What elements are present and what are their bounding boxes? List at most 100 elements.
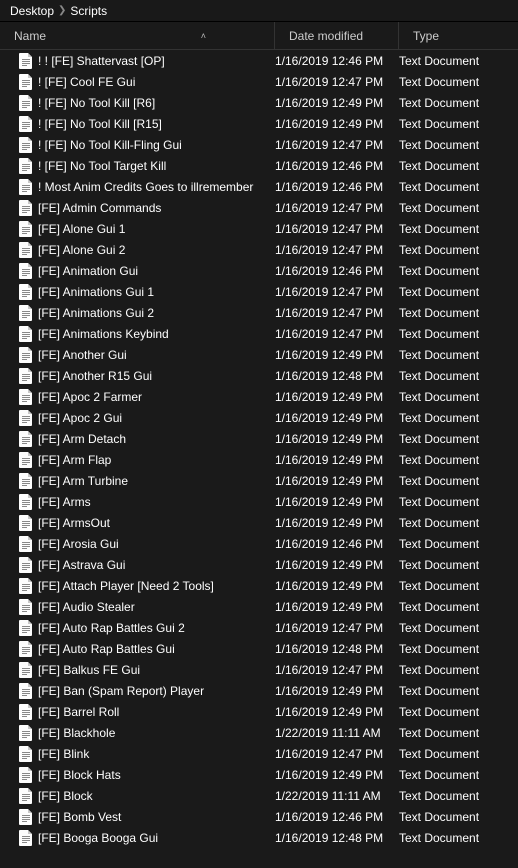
column-name[interactable]: Name ˄ (0, 22, 275, 49)
file-row[interactable]: [FE] Audio Stealer1/16/2019 12:49 PMText… (0, 596, 518, 617)
file-type: Text Document (399, 432, 518, 446)
file-name-cell: [FE] Auto Rap Battles Gui 2 (4, 620, 275, 636)
file-row[interactable]: [FE] Bomb Vest1/16/2019 12:46 PMText Doc… (0, 806, 518, 827)
file-type: Text Document (399, 138, 518, 152)
file-row[interactable]: [FE] Arosia Gui1/16/2019 12:46 PMText Do… (0, 533, 518, 554)
file-date: 1/16/2019 12:49 PM (275, 348, 399, 362)
file-row[interactable]: ! [FE] No Tool Kill-Fling Gui1/16/2019 1… (0, 134, 518, 155)
file-row[interactable]: [FE] Block1/22/2019 11:11 AMText Documen… (0, 785, 518, 806)
file-date: 1/22/2019 11:11 AM (275, 789, 399, 803)
file-date: 1/16/2019 12:47 PM (275, 306, 399, 320)
file-row[interactable]: ! [FE] No Tool Target Kill1/16/2019 12:4… (0, 155, 518, 176)
text-document-icon (18, 830, 34, 846)
file-date: 1/16/2019 12:49 PM (275, 117, 399, 131)
file-date: 1/16/2019 12:46 PM (275, 264, 399, 278)
file-name: [FE] Arm Flap (38, 453, 111, 467)
file-type: Text Document (399, 54, 518, 68)
file-row[interactable]: [FE] Animation Gui1/16/2019 12:46 PMText… (0, 260, 518, 281)
file-row[interactable]: [FE] Blackhole1/22/2019 11:11 AMText Doc… (0, 722, 518, 743)
file-name: [FE] Auto Rap Battles Gui (38, 642, 175, 656)
file-row[interactable]: [FE] Animations Gui 21/16/2019 12:47 PMT… (0, 302, 518, 323)
file-type: Text Document (399, 705, 518, 719)
column-type[interactable]: Type (399, 22, 518, 49)
column-name-label: Name (14, 29, 46, 43)
file-name-cell: ! Most Anim Credits Goes to illremember (4, 179, 275, 195)
file-row[interactable]: [FE] Auto Rap Battles Gui 21/16/2019 12:… (0, 617, 518, 638)
file-row[interactable]: [FE] Another Gui1/16/2019 12:49 PMText D… (0, 344, 518, 365)
file-name-cell: [FE] Another Gui (4, 347, 275, 363)
breadcrumb[interactable]: Desktop ❯ Scripts (0, 0, 518, 22)
breadcrumb-segment[interactable]: Desktop (10, 4, 54, 18)
text-document-icon (18, 116, 34, 132)
file-type: Text Document (399, 369, 518, 383)
column-type-label: Type (413, 29, 439, 43)
text-document-icon (18, 788, 34, 804)
file-date: 1/16/2019 12:49 PM (275, 432, 399, 446)
file-row[interactable]: [FE] Animations Keybind1/16/2019 12:47 P… (0, 323, 518, 344)
file-type: Text Document (399, 285, 518, 299)
file-row[interactable]: [FE] Apoc 2 Gui1/16/2019 12:49 PMText Do… (0, 407, 518, 428)
file-name: [FE] Booga Booga Gui (38, 831, 158, 845)
file-row[interactable]: [FE] Astrava Gui1/16/2019 12:49 PMText D… (0, 554, 518, 575)
text-document-icon (18, 704, 34, 720)
file-type: Text Document (399, 621, 518, 635)
breadcrumb-segment[interactable]: Scripts (70, 4, 107, 18)
file-name-cell: [FE] Arms (4, 494, 275, 510)
file-type: Text Document (399, 453, 518, 467)
file-row[interactable]: ! Most Anim Credits Goes to illremember1… (0, 176, 518, 197)
file-row[interactable]: [FE] Barrel Roll1/16/2019 12:49 PMText D… (0, 701, 518, 722)
file-name: [FE] Apoc 2 Farmer (38, 390, 142, 404)
text-document-icon (18, 158, 34, 174)
file-row[interactable]: ! [FE] No Tool Kill [R6]1/16/2019 12:49 … (0, 92, 518, 113)
file-row[interactable]: [FE] Booga Booga Gui1/16/2019 12:48 PMTe… (0, 827, 518, 848)
file-row[interactable]: [FE] Attach Player [Need 2 Tools]1/16/20… (0, 575, 518, 596)
file-date: 1/16/2019 12:47 PM (275, 201, 399, 215)
file-type: Text Document (399, 537, 518, 551)
file-name: ! [FE] No Tool Kill-Fling Gui (38, 138, 182, 152)
file-row[interactable]: [FE] Arm Detach 1/16/2019 12:49 PMText Do… (0, 428, 518, 449)
file-name: [FE] Auto Rap Battles Gui 2 (38, 621, 185, 635)
file-type: Text Document (399, 663, 518, 677)
file-name-cell: [FE] Arm Detach (4, 431, 275, 447)
file-date: 1/16/2019 12:49 PM (275, 411, 399, 425)
file-name-cell: [FE] Alone Gui 2 (4, 242, 275, 258)
file-type: Text Document (399, 684, 518, 698)
file-row[interactable]: [FE] Arm Flap1/16/2019 12:49 PMText Docu… (0, 449, 518, 470)
file-type: Text Document (399, 306, 518, 320)
file-row[interactable]: [FE] Balkus FE Gui1/16/2019 12:47 PMText… (0, 659, 518, 680)
text-document-icon (18, 242, 34, 258)
column-date[interactable]: Date modified (275, 22, 399, 49)
file-date: 1/16/2019 12:49 PM (275, 390, 399, 404)
file-date: 1/16/2019 12:49 PM (275, 579, 399, 593)
file-row[interactable]: ! [FE] No Tool Kill [R15]1/16/2019 12:49… (0, 113, 518, 134)
file-row[interactable]: ! [FE] Cool FE Gui1/16/2019 12:47 PMText… (0, 71, 518, 92)
file-row[interactable]: [FE] Arm Turbine1/16/2019 12:49 PMText D… (0, 470, 518, 491)
file-row[interactable]: [FE] Apoc 2 Farmer1/16/2019 12:49 PMText… (0, 386, 518, 407)
file-row[interactable]: [FE] Another R15 Gui1/16/2019 12:48 PMTe… (0, 365, 518, 386)
file-name: [FE] Arm Detach (38, 432, 126, 446)
file-row[interactable]: [FE] Ban (Spam Report) Player1/16/2019 1… (0, 680, 518, 701)
file-row[interactable]: [FE] Admin Commands1/16/2019 12:47 PMTex… (0, 197, 518, 218)
file-row[interactable]: [FE] Blink1/16/2019 12:47 PMText Documen… (0, 743, 518, 764)
file-row[interactable]: ! ! [FE] Shattervast [OP] 1/16/2019 12:46… (0, 50, 518, 71)
text-document-icon (18, 95, 34, 111)
file-name: ! ! [FE] Shattervast [OP] (38, 54, 165, 68)
file-name-cell: ! [FE] No Tool Target Kill (4, 158, 275, 174)
file-name-cell: [FE] Animations Gui 2 (4, 305, 275, 321)
file-list[interactable]: ! ! [FE] Shattervast [OP] 1/16/2019 12:46… (0, 50, 518, 868)
text-document-icon (18, 746, 34, 762)
file-date: 1/16/2019 12:46 PM (275, 54, 399, 68)
file-row[interactable]: [FE] Auto Rap Battles Gui1/16/2019 12:48… (0, 638, 518, 659)
file-date: 1/16/2019 12:49 PM (275, 495, 399, 509)
file-row[interactable]: [FE] Animations Gui 11/16/2019 12:47 PMT… (0, 281, 518, 302)
file-row[interactable]: [FE] Alone Gui 21/16/2019 12:47 PMText D… (0, 239, 518, 260)
file-type: Text Document (399, 96, 518, 110)
chevron-right-icon: ❯ (58, 5, 66, 16)
file-date: 1/16/2019 12:49 PM (275, 684, 399, 698)
file-row[interactable]: [FE] ArmsOut1/16/2019 12:49 PMText Docum… (0, 512, 518, 533)
file-type: Text Document (399, 768, 518, 782)
file-name: [FE] Apoc 2 Gui (38, 411, 122, 425)
file-row[interactable]: [FE] Alone Gui 11/16/2019 12:47 PMText D… (0, 218, 518, 239)
file-row[interactable]: [FE] Block Hats1/16/2019 12:49 PMText Do… (0, 764, 518, 785)
file-row[interactable]: [FE] Arms1/16/2019 12:49 PMText Document (0, 491, 518, 512)
